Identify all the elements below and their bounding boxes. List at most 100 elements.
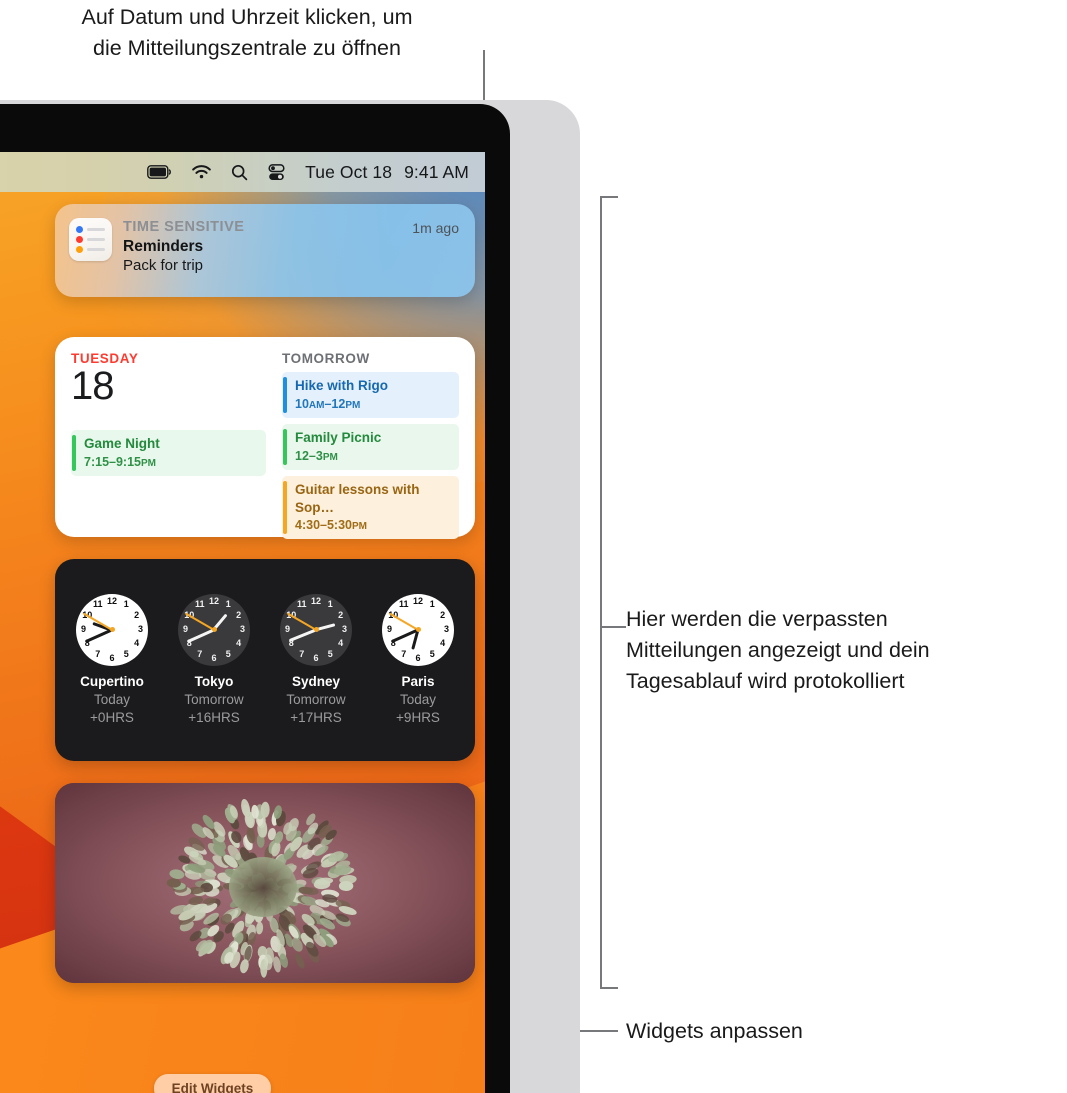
clock-hour-number: 3 [239,624,245,634]
event-title: Hike with Rigo [295,378,389,393]
clock-hour-number: 9 [80,624,86,634]
clock-city-label: Cupertino [80,673,144,689]
wifi-icon[interactable] [192,165,211,179]
event-time: 12–3PM [295,448,338,463]
control-center-icon[interactable] [268,163,285,181]
clock-hour-number: 6 [313,652,319,663]
clock-hour-number: 7 [401,648,407,659]
calendar-tomorrow-column: TOMORROW Hike with Rigo 10AM–12PM Family… [282,351,459,540]
clock-day-label: Today [93,691,131,707]
search-icon[interactable] [231,164,248,181]
clock-hour-number: 12 [310,595,321,606]
callout-edit-widgets: Widgets anpassen [626,1019,803,1043]
notification-body: Pack for trip [123,257,204,274]
clock-hour-number: 6 [211,652,217,663]
clock-hour-number: 5 [327,648,333,659]
calendar-event[interactable]: Hike with Rigo 10AM–12PM [282,372,459,418]
event-title: Family Picnic [295,429,382,445]
clock-face: 121234567891011 [280,593,352,666]
calendar-day-number: 18 [71,364,115,408]
clock-hour-number: 9 [284,624,290,634]
display-screen: Tue Oct 18 9:41 AM TIME SENSITIVE Remind… [0,152,485,1093]
clock-day-label: Tomorrow [286,691,346,707]
menu-bar-date: Tue Oct 18 [305,161,393,182]
clock-day-label: Tomorrow [184,691,244,707]
world-clock-widget[interactable]: 121234567891011CupertinoToday+0HRS121234… [55,559,475,761]
world-clock-cell: 121234567891011CupertinoToday+0HRS [64,593,160,727]
callout-missed-notifications: Hier werden die verpassten Mitteilungen … [626,607,930,693]
event-title: Guitar lessons with Sop… [295,481,420,515]
notification-category: TIME SENSITIVE [123,219,245,235]
clock-offset-label: +16HRS [188,709,240,725]
allium-flower-photo [55,783,475,983]
clock-min-hand [84,628,113,643]
clock-hour-hand [315,622,336,632]
clock-hour-number: 7 [299,648,305,659]
clock-hub [415,627,421,632]
clock-hour-number: 7 [197,648,203,659]
edit-widgets-container: Edit Widgets [0,1074,485,1093]
event-time: 10AM–12PM [295,396,361,411]
menu-bar: Tue Oct 18 9:41 AM [0,152,485,192]
clock-hour-number: 2 [440,609,446,620]
clock-hour-number: 1 [225,599,231,610]
leader-line-right [600,626,626,628]
clock-hour-number: 11 [296,599,307,610]
reminders-app-icon [69,218,112,261]
notification-center: TIME SENSITIVE Reminders Pack for trip 1… [55,204,475,983]
clock-hour-number: 11 [92,599,103,610]
clock-hour-number: 12 [106,595,117,606]
clock-hour-number: 4 [236,638,242,649]
clock-hour-number: 11 [398,599,409,610]
calendar-event[interactable]: Game Night 7:15–9:15PM [71,430,266,476]
menu-bar-clock[interactable]: Tue Oct 18 9:41 AM [305,162,469,183]
world-clock-cell: 121234567891011ParisToday+9HRS [370,593,466,727]
clock-hour-number: 5 [225,648,231,659]
battery-icon[interactable] [147,165,172,179]
clock-hour-number: 1 [327,599,333,610]
screenshot-root: Auf Datum und Uhrzeit klicken, um die Mi… [0,0,1067,1093]
clock-hub [109,627,115,632]
clock-hub [211,627,217,632]
clock-hour-number: 2 [338,609,344,620]
clock-hour-number: 6 [109,652,115,663]
clock-hub [313,627,319,632]
clock-city-label: Paris [401,673,435,689]
clock-offset-label: +0HRS [90,709,134,725]
clock-hour-number: 6 [415,652,421,663]
notification-app-name: Reminders [123,238,204,255]
callout-open-notification-center: Auf Datum und Uhrzeit klicken, um die Mi… [81,5,413,60]
calendar-today-column: TUESDAY 18 Game Night 7:15–9:15PM [71,351,266,523]
clock-hour-number: 2 [236,609,242,620]
clock-city-label: Sydney [291,673,341,689]
clock-face: 121234567891011 [76,593,148,666]
clock-hour-number: 4 [440,638,446,649]
laptop-chassis: Tue Oct 18 9:41 AM TIME SENSITIVE Remind… [0,100,580,1093]
clock-min-hand [186,628,215,643]
clock-hour-number: 1 [123,599,129,610]
calendar-event[interactable]: Family Picnic 12–3PM [282,423,459,470]
clock-face: 121234567891011 [382,593,454,666]
clock-hour-number: 3 [443,624,449,634]
menu-bar-time: 9:41 AM [404,161,469,182]
clock-face: 121234567891011 [178,593,250,666]
clock-offset-label: +9HRS [396,709,440,725]
notification-banner[interactable]: TIME SENSITIVE Reminders Pack for trip 1… [55,204,475,297]
clock-hour-number: 3 [137,624,143,634]
clock-hour-number: 9 [386,624,392,634]
calendar-tomorrow-label: TOMORROW [282,351,370,366]
world-clock-cell: 121234567891011TokyoTomorrow+16HRS [166,593,262,727]
calendar-event[interactable]: Guitar lessons with Sop… 4:30–5:30PM [282,475,459,540]
clock-hour-number: 12 [412,595,423,606]
clock-hour-number: 5 [123,648,129,659]
photos-widget[interactable] [55,783,475,983]
edit-widgets-button[interactable]: Edit Widgets [153,1074,272,1093]
calendar-widget[interactable]: TUESDAY 18 Game Night 7:15–9:15PM TOMORR… [55,337,475,540]
clock-hour-number: 7 [95,648,101,659]
event-time: 7:15–9:15PM [84,454,156,469]
clock-hour-number: 12 [208,595,219,606]
clock-hour-number: 1 [429,599,435,610]
clock-hour-number: 4 [338,638,344,649]
clock-hour-number: 4 [134,638,140,649]
event-title: Game Night [84,436,160,451]
